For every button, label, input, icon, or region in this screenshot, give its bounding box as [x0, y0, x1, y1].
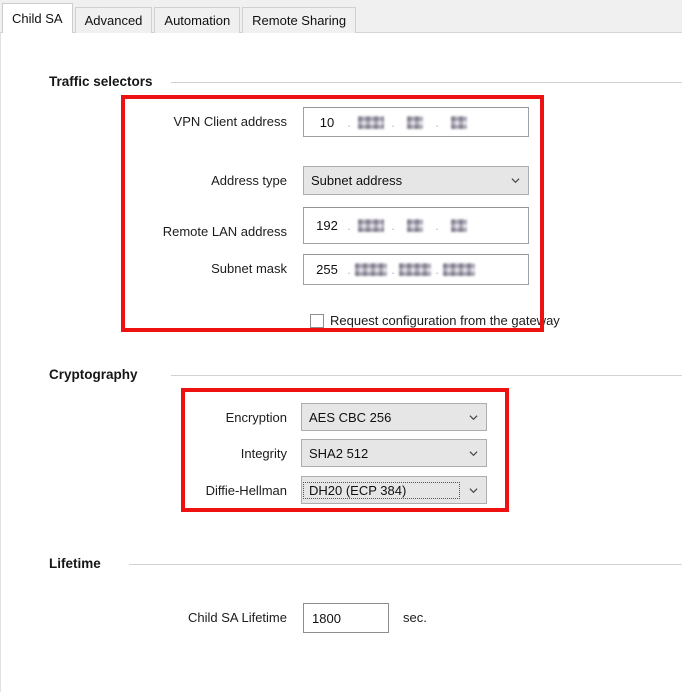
group-title-traffic-selectors: Traffic selectors — [49, 74, 161, 89]
ip-separator: . — [347, 218, 351, 233]
request-configuration-row[interactable]: Request configuration from the gateway — [310, 313, 560, 328]
label-child-sa-lifetime: Child SA Lifetime — [188, 610, 287, 625]
chevron-down-icon[interactable] — [460, 440, 486, 466]
diffie-hellman-value: DH20 (ECP 384) — [303, 481, 460, 499]
remote-lan-address-octet-4[interactable] — [451, 219, 467, 232]
vpn-client-address-octet-2[interactable] — [358, 115, 384, 129]
subnet-mask-octet-4[interactable] — [443, 263, 475, 276]
group-divider-lifetime — [129, 564, 682, 565]
group-divider-traffic-selectors — [171, 82, 682, 83]
subnet-mask-input[interactable]: 255 . . . — [303, 254, 529, 285]
remote-lan-address-octet-3[interactable] — [407, 219, 423, 232]
chevron-down-icon[interactable] — [502, 167, 528, 194]
tab-automation[interactable]: Automation — [154, 7, 241, 33]
label-subnet-mask: Subnet mask — [211, 261, 287, 276]
child-sa-pane: Traffic selectors VPN Client address 10 … — [0, 33, 682, 692]
label-integrity: Integrity — [240, 446, 287, 461]
subnet-mask-octet-3[interactable] — [399, 263, 431, 276]
ip-separator: . — [391, 114, 395, 130]
remote-lan-address-octet-1[interactable]: 192 — [310, 218, 344, 233]
ip-separator: . — [435, 262, 439, 277]
group-title-lifetime: Lifetime — [49, 556, 109, 571]
tab-child-sa[interactable]: Child SA — [2, 3, 73, 33]
ip-separator: . — [347, 262, 351, 277]
label-diffie-hellman: Diffie-Hellman — [205, 483, 287, 498]
label-encryption: Encryption — [225, 410, 287, 425]
ip-separator: . — [347, 114, 351, 130]
vpn-client-address-octet-1[interactable]: 10 — [310, 115, 344, 130]
integrity-dropdown[interactable]: SHA2 512 — [301, 439, 487, 467]
tab-list: Child SA Advanced Automation Remote Shar… — [2, 3, 358, 33]
remote-lan-address-octet-2[interactable] — [358, 219, 384, 232]
child-sa-lifetime-input[interactable]: 1800 — [303, 603, 389, 633]
request-configuration-checkbox[interactable] — [310, 313, 324, 328]
subnet-mask-octet-2[interactable] — [355, 263, 387, 276]
ip-separator: . — [391, 218, 395, 233]
request-configuration-label: Request configuration from the gateway — [330, 313, 560, 328]
tab-remote-sharing[interactable]: Remote Sharing — [242, 7, 357, 33]
chevron-down-icon[interactable] — [460, 404, 486, 430]
ip-separator: . — [391, 262, 395, 277]
encryption-dropdown[interactable]: AES CBC 256 — [301, 403, 487, 431]
vpn-client-address-octet-4[interactable] — [451, 115, 467, 129]
encryption-value: AES CBC 256 — [309, 409, 392, 425]
diffie-hellman-dropdown[interactable]: DH20 (ECP 384) — [301, 476, 487, 504]
group-title-cryptography: Cryptography — [49, 367, 146, 382]
ip-separator: . — [435, 114, 439, 130]
integrity-value: SHA2 512 — [309, 445, 369, 461]
vpn-client-address-input[interactable]: 10 . . . — [303, 107, 529, 137]
group-divider-cryptography — [171, 375, 682, 376]
vpn-client-address-octet-3[interactable] — [407, 115, 423, 129]
address-type-dropdown[interactable]: Subnet address — [303, 166, 529, 195]
subnet-mask-octet-1[interactable]: 255 — [310, 262, 344, 277]
remote-lan-address-input[interactable]: 192 . . . — [303, 207, 529, 244]
tab-advanced[interactable]: Advanced — [74, 7, 153, 33]
tab-strip: Child SA Advanced Automation Remote Shar… — [0, 0, 682, 33]
ip-separator: . — [435, 218, 439, 233]
label-vpn-client-address: VPN Client address — [173, 114, 287, 129]
label-address-type: Address type — [211, 173, 287, 188]
address-type-value: Subnet address — [311, 173, 403, 188]
child-sa-lifetime-unit: sec. — [403, 610, 427, 625]
label-remote-lan-address: Remote LAN address — [162, 224, 287, 239]
chevron-down-icon[interactable] — [460, 477, 486, 503]
